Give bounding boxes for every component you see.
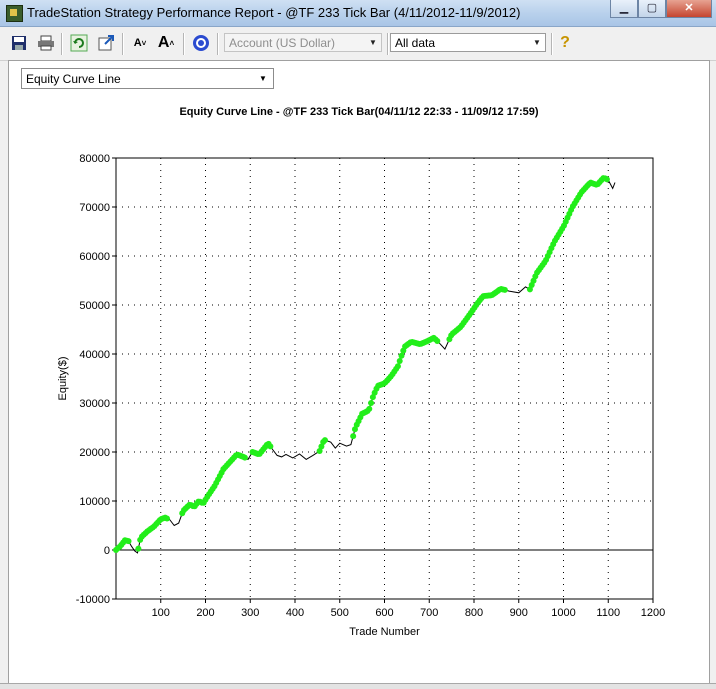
equity-high-marker — [267, 443, 274, 450]
equity-high-marker — [394, 363, 401, 370]
equity-high-marker — [135, 545, 142, 552]
x-tick-label: 100 — [152, 607, 170, 619]
target-icon[interactable] — [191, 33, 211, 53]
chevron-down-icon[interactable]: ▼ — [365, 34, 381, 51]
maximize-button[interactable]: ▢ — [638, 0, 666, 18]
equity-high-marker — [396, 358, 403, 365]
account-select-value: Account (US Dollar) — [229, 36, 336, 50]
x-axis-label: Trade Number — [349, 626, 420, 638]
equity-high-marker — [603, 176, 610, 183]
equity-high-marker — [321, 437, 328, 444]
toolbar-separator — [551, 33, 553, 55]
account-select[interactable]: Account (US Dollar) ▼ — [224, 33, 382, 52]
toolbar: A ˅ A ˄ Account (US Dollar) ▼ All data ▼ ? — [0, 27, 716, 61]
data-range-select[interactable]: All data ▼ — [390, 33, 546, 52]
equity-high-marker — [350, 433, 357, 440]
title-bar[interactable]: TradeStation Strategy Performance Report… — [0, 0, 716, 27]
x-tick-label: 1000 — [551, 607, 575, 619]
y-tick-label: 30000 — [79, 398, 110, 410]
chevron-down-icon[interactable]: ▼ — [529, 34, 545, 51]
x-tick-label: 700 — [420, 607, 438, 619]
export-icon[interactable] — [97, 33, 117, 53]
toolbar-separator — [387, 33, 389, 55]
x-tick-label: 600 — [375, 607, 393, 619]
y-axis-label: Equity($) — [57, 356, 69, 400]
equity-high-marker — [434, 337, 441, 344]
equity-high-marker — [241, 454, 248, 461]
x-tick-label: 300 — [241, 607, 259, 619]
toolbar-separator — [61, 33, 63, 55]
equity-curve-chart: 100 200 300 400 500 600 700 800 900 1000 1100 1200 -… — [57, 153, 665, 638]
y-tick-label: 20000 — [79, 447, 110, 459]
x-tick-label: 1100 — [596, 607, 620, 619]
window-controls: ▁ ▢ ✕ — [610, 0, 712, 18]
y-tick-label: 10000 — [79, 496, 110, 508]
equity-high-marker — [164, 515, 171, 522]
equity-high-marker — [368, 400, 375, 406]
y-tick-label: -10000 — [76, 594, 110, 606]
save-icon[interactable] — [9, 33, 29, 53]
minimize-button[interactable]: ▁ — [610, 0, 638, 18]
x-tick-label: 400 — [286, 607, 304, 619]
equity-line — [115, 176, 616, 554]
chart-panel: Equity Curve Line ▼ Equity Curve Line - … — [8, 60, 710, 685]
toolbar-separator — [122, 33, 124, 55]
equity-high-marker — [125, 538, 132, 545]
y-tick-label: 60000 — [79, 251, 110, 263]
status-bar — [0, 683, 716, 689]
report-window: TradeStation Strategy Performance Report… — [0, 0, 716, 689]
window-title: TradeStation Strategy Performance Report… — [27, 5, 521, 20]
toolbar-separator — [183, 33, 185, 55]
help-icon[interactable]: ? — [555, 33, 575, 53]
data-range-value: All data — [395, 36, 436, 50]
tradestation-icon — [6, 5, 23, 22]
close-button[interactable]: ✕ — [666, 0, 712, 18]
x-tick-label: 500 — [331, 607, 349, 619]
y-tick-label: 80000 — [79, 153, 110, 165]
x-tick-label: 1200 — [641, 607, 665, 619]
y-tick-label: 0 — [104, 545, 110, 557]
y-tick-label: 40000 — [79, 349, 110, 361]
x-tick-label: 900 — [510, 607, 528, 619]
equity-high-marker — [501, 286, 508, 293]
refresh-icon[interactable] — [69, 33, 89, 53]
x-tick-label: 800 — [465, 607, 483, 619]
x-tick-label: 200 — [196, 607, 214, 619]
equity-high-marker — [366, 405, 373, 412]
y-tick-label: 50000 — [79, 300, 110, 312]
toolbar-separator — [217, 33, 219, 55]
equity-high-marker — [398, 352, 405, 359]
print-icon[interactable] — [36, 33, 56, 53]
decrease-font-icon[interactable]: A ˅ — [130, 33, 150, 53]
y-tick-label: 70000 — [79, 202, 110, 214]
increase-font-icon[interactable]: A ˄ — [156, 33, 176, 53]
